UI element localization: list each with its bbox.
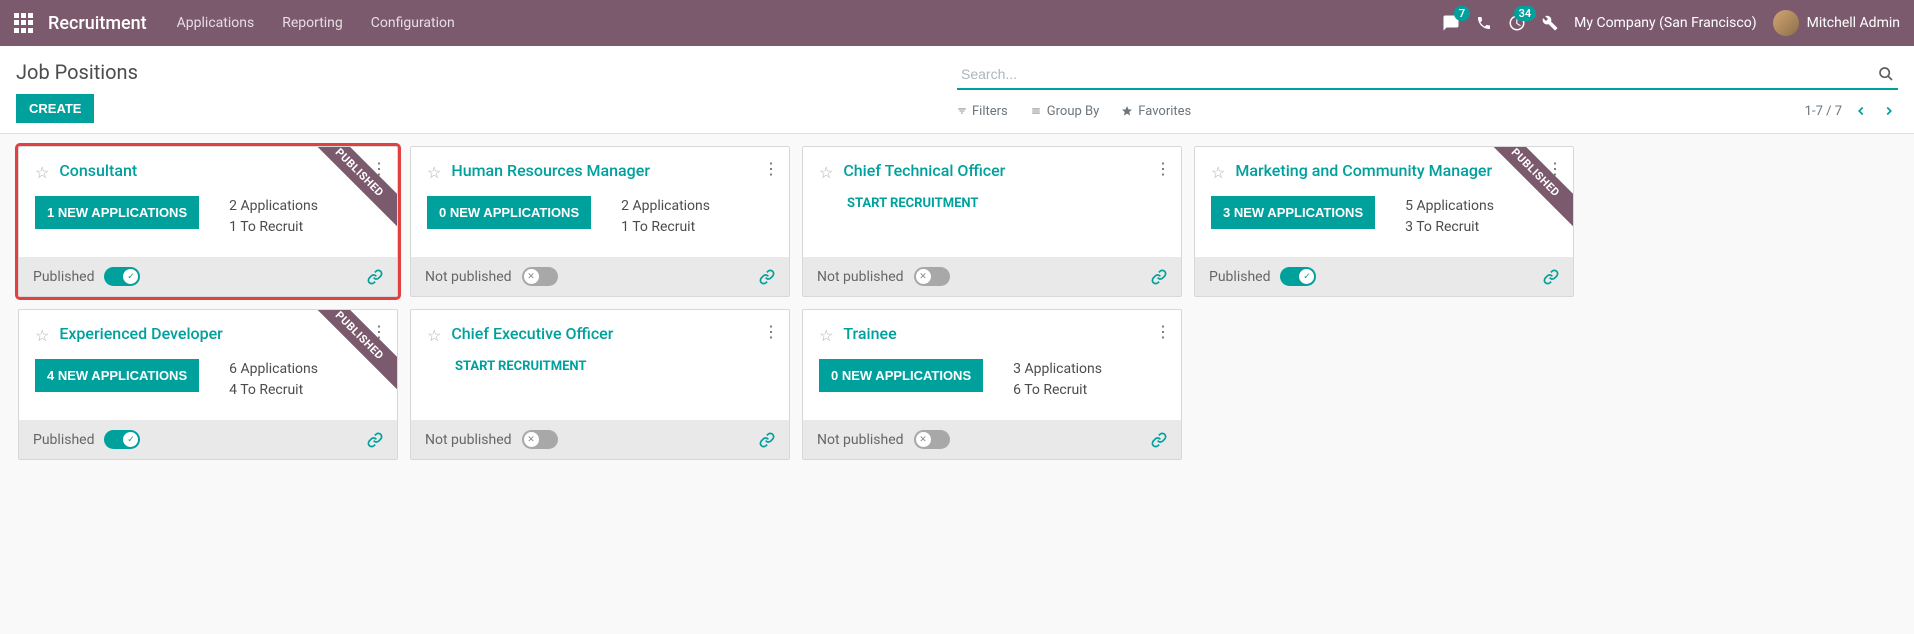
- new-applications-button[interactable]: 3 NEW APPLICATIONS: [1211, 196, 1375, 229]
- star-icon[interactable]: ☆: [819, 163, 833, 182]
- debug-icon[interactable]: [1542, 15, 1558, 31]
- avatar: [1773, 10, 1799, 36]
- star-icon[interactable]: ☆: [819, 326, 833, 345]
- publish-label: Published: [1209, 269, 1270, 285]
- job-title[interactable]: Chief Executive Officer: [451, 324, 773, 345]
- card-stats: 2 Applications 1 To Recruit: [621, 196, 710, 238]
- publish-toggle[interactable]: ✓: [1280, 267, 1316, 286]
- groupby-menu[interactable]: Group By: [1030, 104, 1100, 119]
- new-applications-button[interactable]: 0 NEW APPLICATIONS: [819, 359, 983, 392]
- kanban-grid: PUBLISHED ⋮ ☆ Consultant 1 NEW APPLICATI…: [0, 134, 1914, 472]
- company-switcher[interactable]: My Company (San Francisco): [1574, 15, 1756, 31]
- filters-menu[interactable]: Filters: [957, 104, 1008, 119]
- page-title: Job Positions: [16, 60, 957, 84]
- card-menu-icon[interactable]: ⋮: [1155, 159, 1171, 178]
- publish-toggle[interactable]: ✓: [104, 267, 140, 286]
- user-menu[interactable]: Mitchell Admin: [1773, 10, 1900, 36]
- job-card: PUBLISHED ⋮ ☆ Consultant 1 NEW APPLICATI…: [18, 146, 398, 297]
- publish-toggle[interactable]: ✕: [522, 430, 558, 449]
- nav-link-configuration[interactable]: Configuration: [371, 15, 455, 31]
- new-applications-button[interactable]: 0 NEW APPLICATIONS: [427, 196, 591, 229]
- job-title[interactable]: Marketing and Community Manager: [1235, 161, 1557, 182]
- publish-label: Published: [33, 432, 94, 448]
- app-brand[interactable]: Recruitment: [48, 13, 147, 34]
- publish-toggle[interactable]: ✕: [522, 267, 558, 286]
- pager-prev[interactable]: [1852, 102, 1870, 120]
- messages-badge: 7: [1454, 6, 1470, 21]
- job-card: ⋮ ☆ Chief Executive Officer START RECRUI…: [410, 309, 790, 460]
- apps-menu-icon[interactable]: [14, 13, 34, 33]
- card-stats: 3 Applications 6 To Recruit: [1013, 359, 1102, 401]
- card-stats: 5 Applications 3 To Recruit: [1405, 196, 1494, 238]
- user-name: Mitchell Admin: [1807, 15, 1900, 31]
- link-icon[interactable]: [1151, 269, 1167, 285]
- link-icon[interactable]: [759, 269, 775, 285]
- star-icon[interactable]: ☆: [427, 326, 441, 345]
- link-icon[interactable]: [1151, 432, 1167, 448]
- job-card: PUBLISHED ⋮ ☆ Marketing and Community Ma…: [1194, 146, 1574, 297]
- job-card: ⋮ ☆ Chief Technical Officer START RECRUI…: [802, 146, 1182, 297]
- start-recruitment-button[interactable]: START RECRUITMENT: [455, 359, 773, 374]
- activities-icon[interactable]: 34: [1508, 14, 1526, 32]
- job-title[interactable]: Human Resources Manager: [451, 161, 773, 182]
- phone-icon[interactable]: [1476, 15, 1492, 31]
- publish-toggle[interactable]: ✓: [104, 430, 140, 449]
- publish-label: Not published: [425, 269, 512, 285]
- control-panel: Job Positions CREATE Filters Grou: [0, 46, 1914, 134]
- link-icon[interactable]: [1543, 269, 1559, 285]
- start-recruitment-button[interactable]: START RECRUITMENT: [847, 196, 1165, 211]
- card-stats: 2 Applications 1 To Recruit: [229, 196, 318, 238]
- card-stats: 6 Applications 4 To Recruit: [229, 359, 318, 401]
- job-card: PUBLISHED ⋮ ☆ Experienced Developer 4 NE…: [18, 309, 398, 460]
- publish-label: Published: [33, 269, 94, 285]
- publish-label: Not published: [817, 269, 904, 285]
- card-menu-icon[interactable]: ⋮: [371, 322, 387, 341]
- publish-label: Not published: [817, 432, 904, 448]
- job-title[interactable]: Trainee: [843, 324, 1165, 345]
- star-icon[interactable]: ☆: [1211, 163, 1225, 182]
- pager-next[interactable]: [1880, 102, 1898, 120]
- link-icon[interactable]: [367, 432, 383, 448]
- search-bar: [957, 60, 1898, 90]
- search-icon[interactable]: [1874, 62, 1898, 86]
- star-icon[interactable]: ☆: [35, 326, 49, 345]
- card-menu-icon[interactable]: ⋮: [1155, 322, 1171, 341]
- nav-links: Applications Reporting Configuration: [177, 15, 455, 31]
- job-card: ⋮ ☆ Trainee 0 NEW APPLICATIONS 3 Applica…: [802, 309, 1182, 460]
- job-title[interactable]: Chief Technical Officer: [843, 161, 1165, 182]
- job-title[interactable]: Experienced Developer: [59, 324, 381, 345]
- link-icon[interactable]: [367, 269, 383, 285]
- publish-label: Not published: [425, 432, 512, 448]
- new-applications-button[interactable]: 4 NEW APPLICATIONS: [35, 359, 199, 392]
- publish-toggle[interactable]: ✕: [914, 267, 950, 286]
- star-icon[interactable]: ☆: [35, 163, 49, 182]
- card-menu-icon[interactable]: ⋮: [763, 322, 779, 341]
- messages-icon[interactable]: 7: [1442, 14, 1460, 32]
- new-applications-button[interactable]: 1 NEW APPLICATIONS: [35, 196, 199, 229]
- favorites-menu[interactable]: Favorites: [1121, 104, 1191, 119]
- pager-text: 1-7 / 7: [1805, 104, 1842, 119]
- card-menu-icon[interactable]: ⋮: [763, 159, 779, 178]
- publish-toggle[interactable]: ✕: [914, 430, 950, 449]
- top-navbar: Recruitment Applications Reporting Confi…: [0, 0, 1914, 46]
- create-button[interactable]: CREATE: [16, 94, 94, 123]
- nav-link-reporting[interactable]: Reporting: [282, 15, 343, 31]
- search-input[interactable]: [957, 60, 1874, 88]
- card-menu-icon[interactable]: ⋮: [371, 159, 387, 178]
- star-icon[interactable]: ☆: [427, 163, 441, 182]
- activities-badge: 34: [1514, 6, 1537, 21]
- card-menu-icon[interactable]: ⋮: [1547, 159, 1563, 178]
- job-title[interactable]: Consultant: [59, 161, 381, 182]
- link-icon[interactable]: [759, 432, 775, 448]
- job-card: ⋮ ☆ Human Resources Manager 0 NEW APPLIC…: [410, 146, 790, 297]
- nav-link-applications[interactable]: Applications: [177, 15, 255, 31]
